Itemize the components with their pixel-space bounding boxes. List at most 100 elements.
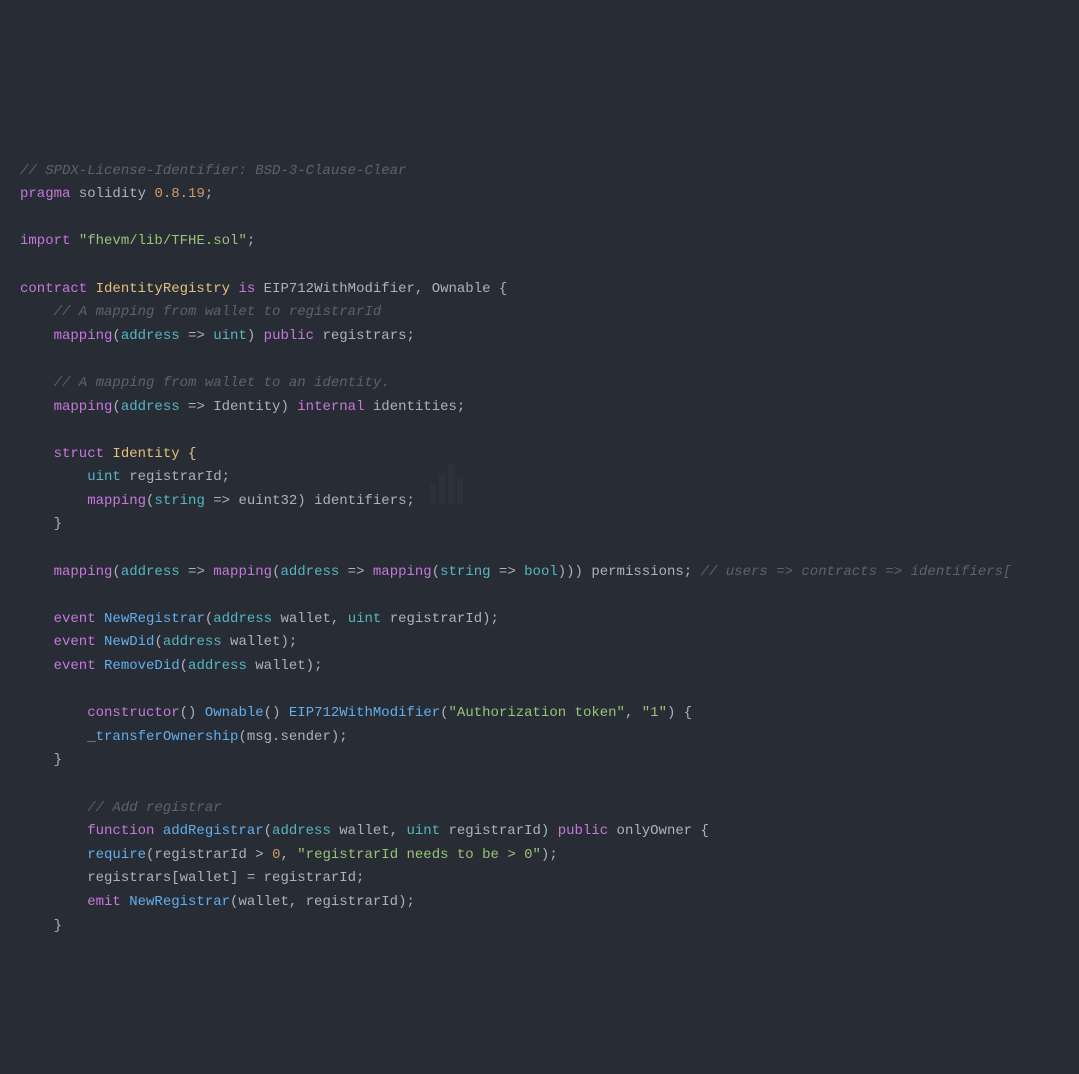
code-string: "registrarId needs to be > 0" (297, 847, 541, 863)
code-text: => (180, 328, 214, 344)
code-string: "1" (642, 705, 667, 721)
code-type: string (440, 564, 490, 580)
code-function: NewRegistrar (121, 894, 230, 910)
code-punct: ; (247, 233, 255, 249)
code-punct: ( (432, 564, 440, 580)
code-text: } (20, 516, 62, 532)
code-type: address (163, 634, 222, 650)
code-type: bool (524, 564, 558, 580)
code-text: ) (247, 328, 264, 344)
code-keyword: public (264, 328, 314, 344)
code-text: } (20, 752, 62, 768)
code-keyword: public (558, 823, 608, 839)
code-text: registrarId; (121, 469, 230, 485)
code-keyword: function (20, 823, 154, 839)
code-text: wallet, (272, 611, 348, 627)
code-number: 0 (272, 847, 280, 863)
code-string: "fhevm/lib/TFHE.sol" (70, 233, 246, 249)
code-keyword: contract (20, 281, 87, 297)
code-text: => (491, 564, 525, 580)
code-function: require (20, 847, 146, 863)
code-punct: ( (112, 399, 120, 415)
code-type: address (121, 564, 180, 580)
code-function: EIP712WithModifier (289, 705, 440, 721)
code-function: _transferOwnership (20, 729, 238, 745)
code-editor: // SPDX-License-Identifier: BSD-3-Clause… (0, 94, 1079, 956)
code-text: (registrarId > (146, 847, 272, 863)
code-type: address (272, 823, 331, 839)
code-type: address (188, 658, 247, 674)
code-keyword: import (20, 233, 70, 249)
code-typename: IdentityRegistry (87, 281, 238, 297)
code-text: onlyOwner { (608, 823, 709, 839)
code-comment: // SPDX-License-Identifier: BSD-3-Clause… (20, 163, 406, 179)
code-keyword: pragma (20, 186, 70, 202)
code-text: wallet, (331, 823, 407, 839)
code-punct: ( (112, 564, 120, 580)
code-keyword: mapping (213, 564, 272, 580)
code-type: address (213, 611, 272, 627)
code-type: uint (406, 823, 440, 839)
code-typename: Identity { (104, 446, 196, 462)
code-punct: ( (180, 658, 188, 674)
code-keyword: mapping (20, 564, 112, 580)
code-text: registrarId); (381, 611, 499, 627)
code-text: identities; (364, 399, 465, 415)
code-function: Ownable (205, 705, 264, 721)
code-text: registrars[wallet] = registrarId; (20, 870, 364, 886)
code-function: addRegistrar (154, 823, 263, 839)
code-punct: ( (440, 705, 448, 721)
code-text: => (339, 564, 373, 580)
code-type: uint (348, 611, 382, 627)
code-comment: // A mapping from wallet to registrarId (20, 304, 381, 320)
code-type: address (121, 328, 180, 344)
code-string: "Authorization token" (449, 705, 625, 721)
code-text: wallet); (222, 634, 298, 650)
code-text: (wallet, registrarId); (230, 894, 415, 910)
code-keyword: internal (297, 399, 364, 415)
code-text: (msg.sender); (238, 729, 347, 745)
code-text: () (264, 705, 289, 721)
code-type: uint (20, 469, 121, 485)
code-keyword: mapping (373, 564, 432, 580)
code-text: ); (541, 847, 558, 863)
code-text: () (180, 705, 205, 721)
code-keyword: is (238, 281, 255, 297)
code-type: address (121, 399, 180, 415)
code-text: solidity (70, 186, 154, 202)
code-keyword: mapping (20, 328, 112, 344)
code-text: , (280, 847, 297, 863)
code-type: string (154, 493, 204, 509)
code-text: ))) permissions; (558, 564, 701, 580)
code-punct: ( (154, 634, 162, 650)
code-text: , (625, 705, 642, 721)
code-keyword: mapping (20, 399, 112, 415)
code-comment: // Add registrar (20, 800, 222, 816)
code-type: address (280, 564, 339, 580)
code-text: } (20, 918, 62, 934)
code-text: ) { (667, 705, 692, 721)
code-number: 0.8.19 (154, 186, 204, 202)
code-function: RemoveDid (96, 658, 180, 674)
code-function: NewDid (96, 634, 155, 650)
code-text: => (180, 564, 214, 580)
code-text: wallet); (247, 658, 323, 674)
code-punct: ( (264, 823, 272, 839)
watermark (430, 464, 463, 504)
code-keyword: mapping (20, 493, 146, 509)
code-text: => Identity) (180, 399, 298, 415)
code-keyword: event (20, 634, 96, 650)
code-comment: // users => contracts => identifiers[ (701, 564, 1012, 580)
code-punct: ; (205, 186, 213, 202)
code-function: NewRegistrar (96, 611, 205, 627)
code-text: EIP712WithModifier, Ownable { (255, 281, 507, 297)
code-keyword: constructor (20, 705, 180, 721)
code-keyword: event (20, 658, 96, 674)
code-keyword: emit (20, 894, 121, 910)
code-text: registrarId) (440, 823, 558, 839)
code-punct: ( (112, 328, 120, 344)
code-type: uint (213, 328, 247, 344)
code-comment: // A mapping from wallet to an identity. (20, 375, 390, 391)
code-text: => euint32) identifiers; (205, 493, 415, 509)
code-keyword: event (20, 611, 96, 627)
